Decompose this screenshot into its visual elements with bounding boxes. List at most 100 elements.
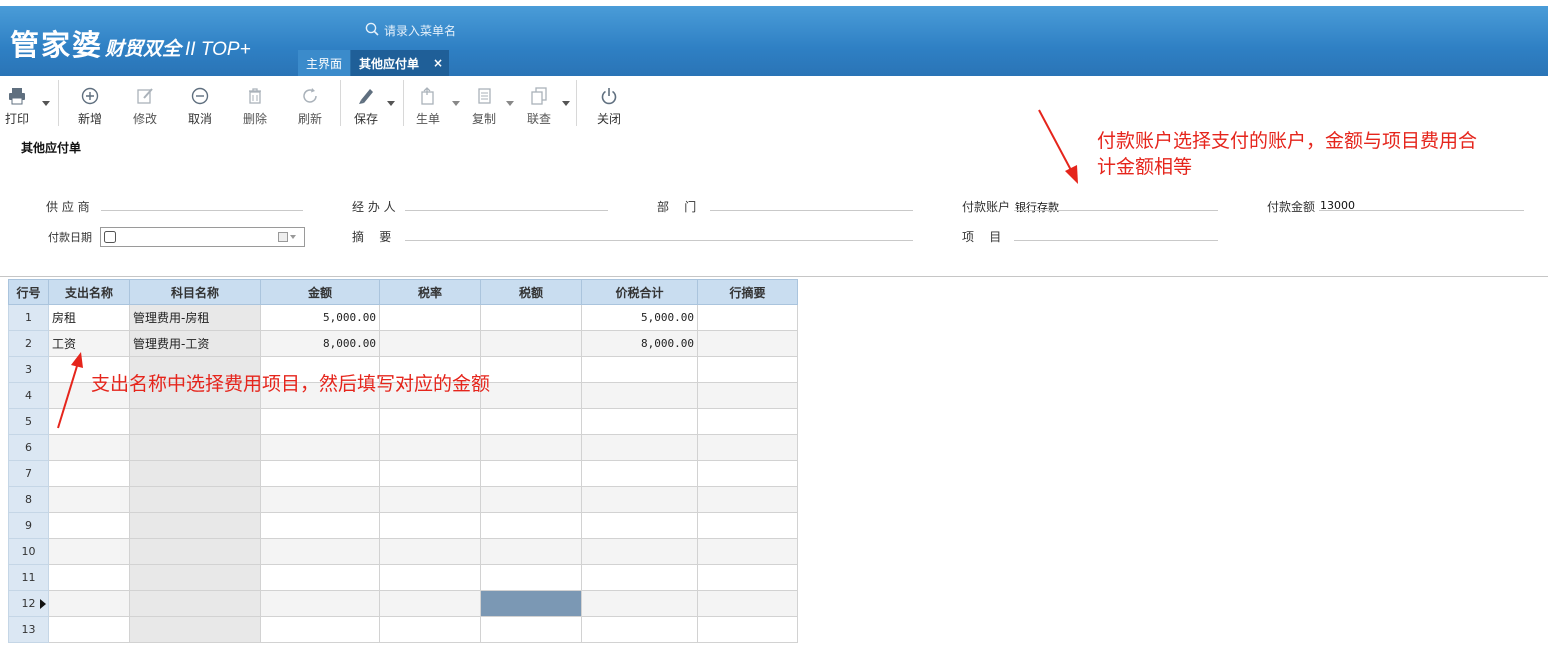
cell-amount[interactable] [260, 616, 380, 643]
cell-row-memo[interactable] [697, 382, 798, 409]
cell-total[interactable] [581, 616, 698, 643]
cell-amount[interactable]: 5,000.00 [260, 304, 380, 331]
cell-amount[interactable] [260, 564, 380, 591]
save-button[interactable]: 保存 [354, 86, 378, 127]
cell-tax-amount[interactable] [480, 538, 582, 565]
generate-dropdown-icon[interactable] [451, 96, 461, 106]
cell-tax-amount[interactable] [480, 356, 582, 383]
cell-tax-rate[interactable] [379, 590, 481, 617]
copy-button[interactable]: 复制 [472, 86, 496, 127]
cell-subject-name[interactable]: 管理费用-房租 [129, 304, 261, 331]
cell-expense-name[interactable] [48, 434, 130, 461]
account-value[interactable]: 银行存款 [1015, 199, 1059, 215]
table-row[interactable]: 13 [8, 616, 798, 643]
cell-expense-name[interactable] [48, 460, 130, 487]
cell-subject-name[interactable] [129, 486, 261, 513]
cell-tax-rate[interactable] [379, 460, 481, 487]
table-row[interactable]: 5 [8, 408, 798, 435]
table-row[interactable]: 10 [8, 538, 798, 565]
cell-row-memo[interactable] [697, 356, 798, 383]
cell-subject-name[interactable]: 管理费用-工资 [129, 330, 261, 357]
cell-row-memo[interactable] [697, 304, 798, 331]
close-icon[interactable]: × [433, 56, 443, 70]
col-header-tax-rate[interactable]: 税率 [379, 279, 481, 305]
cell-total[interactable] [581, 356, 698, 383]
save-dropdown-icon[interactable] [386, 96, 396, 106]
cell-expense-name[interactable]: 工资 [48, 330, 130, 357]
cell-expense-name[interactable] [48, 512, 130, 539]
cell-total[interactable] [581, 408, 698, 435]
tab-other-payable[interactable]: 其他应付单 × [351, 50, 450, 76]
cell-total[interactable] [581, 512, 698, 539]
table-row[interactable]: 9 [8, 512, 798, 539]
linked-query-dropdown-icon[interactable] [561, 96, 571, 106]
col-header-row-memo[interactable]: 行摘要 [697, 279, 798, 305]
cell-expense-name[interactable] [48, 590, 130, 617]
cell-expense-name[interactable] [48, 616, 130, 643]
cell-total[interactable] [581, 538, 698, 565]
table-row[interactable]: 6 [8, 434, 798, 461]
cell-tax-amount[interactable] [480, 330, 582, 357]
generate-button[interactable]: 生单 [416, 86, 440, 127]
print-button[interactable]: 打印 [5, 86, 29, 127]
new-button[interactable]: 新增 [78, 86, 102, 127]
account-field[interactable] [1014, 210, 1218, 211]
print-dropdown-icon[interactable] [41, 96, 51, 106]
date-field[interactable] [100, 227, 305, 247]
cell-total[interactable] [581, 486, 698, 513]
cell-expense-name[interactable] [48, 538, 130, 565]
department-field[interactable] [710, 210, 913, 211]
cell-tax-rate[interactable] [379, 434, 481, 461]
cell-amount[interactable] [260, 460, 380, 487]
delete-button[interactable]: 删除 [243, 86, 267, 127]
cell-tax-amount[interactable] [480, 382, 582, 409]
cell-subject-name[interactable] [129, 408, 261, 435]
table-row[interactable]: 12 [8, 590, 798, 617]
cell-amount[interactable] [260, 486, 380, 513]
cell-total[interactable] [581, 460, 698, 487]
cell-tax-amount[interactable] [480, 486, 582, 513]
cell-tax-amount[interactable] [480, 564, 582, 591]
cell-tax-amount[interactable] [480, 460, 582, 487]
col-header-tax-amount[interactable]: 税额 [480, 279, 582, 305]
cell-row-memo[interactable] [697, 434, 798, 461]
cell-row-memo[interactable] [697, 564, 798, 591]
cell-total[interactable] [581, 434, 698, 461]
cell-total[interactable] [581, 382, 698, 409]
col-header-total[interactable]: 价税合计 [581, 279, 698, 305]
table-row[interactable]: 1 房租 管理费用-房租 5,000.00 5,000.00 [8, 304, 798, 331]
edit-button[interactable]: 修改 [133, 86, 157, 127]
table-row[interactable]: 7 [8, 460, 798, 487]
col-header-subject-name[interactable]: 科目名称 [129, 279, 261, 305]
cell-row-memo[interactable] [697, 460, 798, 487]
search-placeholder[interactable]: 请录入菜单名 [384, 22, 456, 39]
cell-amount[interactable] [260, 512, 380, 539]
cell-tax-rate[interactable] [379, 330, 481, 357]
cell-row-memo[interactable] [697, 512, 798, 539]
cell-row-memo[interactable] [697, 538, 798, 565]
cell-tax-amount[interactable] [480, 408, 582, 435]
table-row[interactable]: 11 [8, 564, 798, 591]
linked-query-button[interactable]: 联查 [527, 86, 551, 127]
cell-subject-name[interactable] [129, 434, 261, 461]
cell-tax-rate[interactable] [379, 304, 481, 331]
copy-dropdown-icon[interactable] [505, 96, 515, 106]
cell-total[interactable] [581, 590, 698, 617]
cell-row-memo[interactable] [697, 486, 798, 513]
cell-row-memo[interactable] [697, 330, 798, 357]
cell-tax-amount[interactable] [480, 590, 582, 617]
cell-row-memo[interactable] [697, 590, 798, 617]
cell-subject-name[interactable] [129, 590, 261, 617]
col-header-expense-name[interactable]: 支出名称 [48, 279, 130, 305]
cell-tax-rate[interactable] [379, 538, 481, 565]
refresh-button[interactable]: 刷新 [298, 86, 322, 127]
table-row[interactable]: 8 [8, 486, 798, 513]
cell-expense-name[interactable] [48, 408, 130, 435]
cell-tax-rate[interactable] [379, 564, 481, 591]
cell-expense-name[interactable] [48, 486, 130, 513]
cell-subject-name[interactable] [129, 512, 261, 539]
close-button[interactable]: 关闭 [597, 86, 621, 127]
cell-subject-name[interactable] [129, 616, 261, 643]
cell-tax-rate[interactable] [379, 486, 481, 513]
cell-amount[interactable] [260, 434, 380, 461]
